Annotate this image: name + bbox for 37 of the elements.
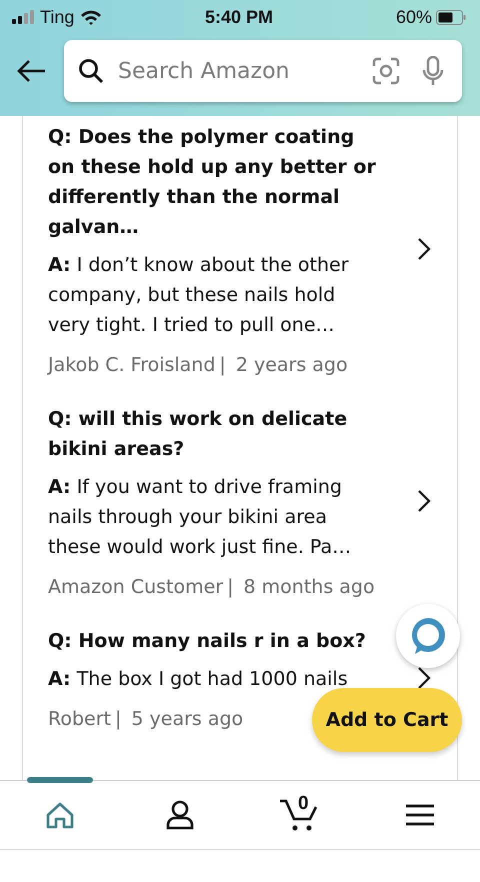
person-icon	[166, 800, 194, 830]
chevron-right-icon[interactable]	[417, 237, 431, 261]
wifi-icon	[80, 9, 102, 25]
back-arrow-icon[interactable]	[16, 59, 46, 83]
post-time: 2 years ago	[236, 354, 348, 376]
separator: |	[227, 576, 234, 598]
camera-scan-icon[interactable]	[372, 57, 400, 85]
nav-tab[interactable]: 0	[240, 781, 360, 849]
question-text[interactable]: Q: Does the polymer coating on these hold up any better or differently than the normal galvan…	[48, 122, 380, 242]
search-icon	[78, 58, 104, 84]
post-time: 8 months ago	[244, 576, 375, 598]
carrier-name: Ting	[40, 6, 74, 28]
menu-icon	[406, 804, 434, 826]
question-text[interactable]: Q: will this work on delicate bikini areas?	[48, 404, 380, 464]
separator: |	[219, 354, 226, 376]
clock: 5:40 PM	[204, 6, 274, 28]
question-text[interactable]: Q: How many nails r in a box?	[48, 626, 380, 656]
chevron-right-icon[interactable]	[417, 666, 431, 690]
home-icon	[45, 801, 75, 829]
active-indicator	[27, 777, 93, 783]
answer-text: A: If you want to drive framing nails through your bikini area these would work just fine. Pa…	[48, 475, 352, 560]
search-bar[interactable]: Search Amazon	[64, 40, 462, 102]
search-field[interactable]: Search Amazon	[116, 58, 360, 84]
cart-count: 0	[298, 793, 309, 815]
battery-percent: 60%	[396, 6, 432, 28]
answer-text: A: I don’t know about the other company, but these nails hold very tight. I tried to pull one…	[48, 253, 350, 338]
chevron-right-icon[interactable]	[417, 489, 431, 513]
post-time: 5 years ago	[131, 708, 244, 730]
signal-icon	[12, 10, 34, 24]
author-name: Jakob C. Froisland	[48, 354, 216, 376]
battery-icon	[436, 10, 466, 24]
author-name: Robert	[48, 708, 111, 730]
microphone-icon[interactable]	[422, 56, 444, 86]
author-name: Amazon Customer	[48, 576, 224, 598]
assistant-button[interactable]	[396, 604, 460, 668]
add-to-cart-button[interactable]: Add to Cart	[312, 688, 462, 752]
separator: |	[114, 708, 122, 730]
